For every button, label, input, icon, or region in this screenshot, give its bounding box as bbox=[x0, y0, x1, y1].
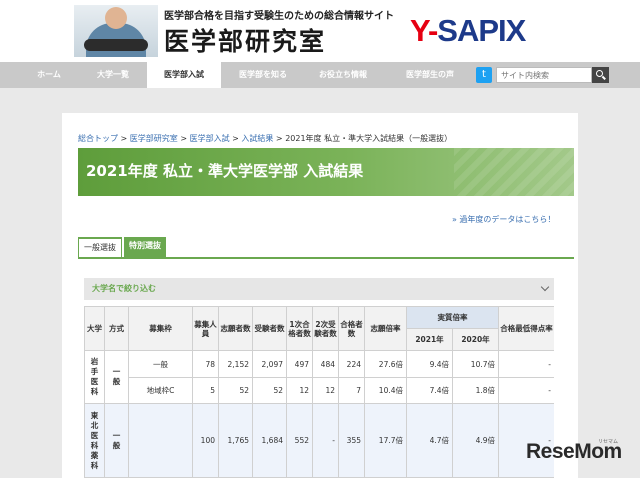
brand-logo-initial: Y- bbox=[410, 13, 438, 48]
col-header-year-2020: 2020年 bbox=[452, 328, 499, 351]
page-title-banner: 2021年度 私立・準大学医学部 入試結果 bbox=[78, 148, 574, 196]
breadcrumb-link[interactable]: 医学部入試 bbox=[190, 134, 230, 143]
table-row: 東北医科薬科 一般 100 1,765 1,684 552 - 355 17.7… bbox=[84, 403, 554, 478]
nav-item-home[interactable]: ホーム bbox=[24, 62, 74, 88]
method-cell: 一般 bbox=[104, 403, 129, 478]
col-header-examinees: 受験者数 bbox=[252, 306, 287, 351]
university-cell[interactable]: 東北医科薬科 bbox=[84, 403, 105, 478]
category-cell bbox=[128, 403, 193, 478]
resemom-watermark-sub: リセマム bbox=[598, 439, 619, 445]
twitter-icon[interactable]: t bbox=[476, 67, 492, 83]
breadcrumb-link[interactable]: 入試結果 bbox=[241, 134, 273, 143]
breadcrumb-link[interactable]: 総合トップ bbox=[78, 134, 118, 143]
search-button[interactable] bbox=[592, 67, 609, 83]
university-filter-toggle[interactable]: 大学名で絞り込む bbox=[84, 278, 554, 300]
header-photo bbox=[74, 5, 158, 57]
col-header-min-score: 合格最低得点率 bbox=[498, 306, 554, 351]
site-header: 医学部合格を目指す受験生のための総合情報サイト 医学部研究室 Y-SAPIX bbox=[0, 0, 640, 62]
past-data-link[interactable]: » 過年度のデータはこちら！ bbox=[452, 214, 555, 225]
nav-item-student-voices[interactable]: 医学部生の声 bbox=[390, 62, 470, 88]
site-tagline: 医学部合格を目指す受験生のための総合情報サイト bbox=[164, 11, 394, 22]
method-cell: 一般 bbox=[104, 350, 129, 404]
tab-special-selection[interactable]: 特別選抜 bbox=[124, 237, 166, 257]
nav-item-about[interactable]: 医学部を知る bbox=[226, 62, 300, 88]
nav-item-useful-info[interactable]: お役立ち情報 bbox=[306, 62, 380, 88]
nav-item-universities[interactable]: 大学一覧 bbox=[84, 62, 142, 88]
col-header-method: 方式 bbox=[104, 306, 129, 351]
col-header-category: 募集枠 bbox=[128, 306, 193, 351]
chevron-down-icon bbox=[540, 282, 550, 292]
col-header-year-2021: 2021年 bbox=[406, 328, 453, 351]
breadcrumb-link[interactable]: 医学部研究室 bbox=[130, 134, 178, 143]
col-header-application-rate: 志願倍率 bbox=[364, 306, 407, 351]
table-row: 地域枠C 5 52 52 12 12 7 10.4倍 7.4倍 1.8倍 - bbox=[85, 377, 554, 404]
breadcrumb: 総合トップ > 医学部研究室 > 医学部入試 > 入試結果 > 2021年度 私… bbox=[78, 134, 453, 143]
tab-general-selection[interactable]: 一般選抜 bbox=[78, 237, 122, 257]
filter-label: 大学名で絞り込む bbox=[92, 284, 156, 293]
nav-item-admissions[interactable]: 医学部入試 bbox=[147, 62, 221, 88]
brand-logo-rest: SAPIX bbox=[437, 13, 526, 48]
col-header-pass1: 1次合格者数 bbox=[286, 306, 313, 351]
university-cell[interactable]: 岩手医科 bbox=[84, 350, 105, 404]
col-header-passers: 合格者数 bbox=[338, 306, 365, 351]
search-input[interactable] bbox=[496, 67, 592, 83]
page-title: 2021年度 私立・準大学医学部 入試結果 bbox=[86, 162, 364, 180]
col-header-exam2: 2次受験者数 bbox=[312, 306, 339, 351]
category-cell: 地域枠C bbox=[128, 377, 193, 404]
col-header-capacity: 募集人員 bbox=[192, 306, 219, 351]
site-title[interactable]: 医学部研究室 bbox=[164, 22, 326, 58]
breadcrumb-current: 2021年度 私立・準大学入試結果（一般選抜） bbox=[285, 134, 453, 143]
brand-logo[interactable]: Y-SAPIX bbox=[410, 13, 526, 49]
category-cell: 一般 bbox=[128, 350, 193, 378]
results-table: 大学 方式 募集枠 募集人員 志願者数 受験者数 1次合格者数 2次受験者数 合… bbox=[84, 306, 554, 478]
table-row: 岩手医科 一般 一般 78 2,152 2,097 497 484 224 27… bbox=[84, 350, 554, 404]
col-header-applicants: 志願者数 bbox=[218, 306, 253, 351]
col-header-university: 大学 bbox=[84, 306, 105, 351]
tab-underline bbox=[78, 257, 574, 259]
col-header-actual-rate: 実質倍率 bbox=[406, 306, 499, 329]
